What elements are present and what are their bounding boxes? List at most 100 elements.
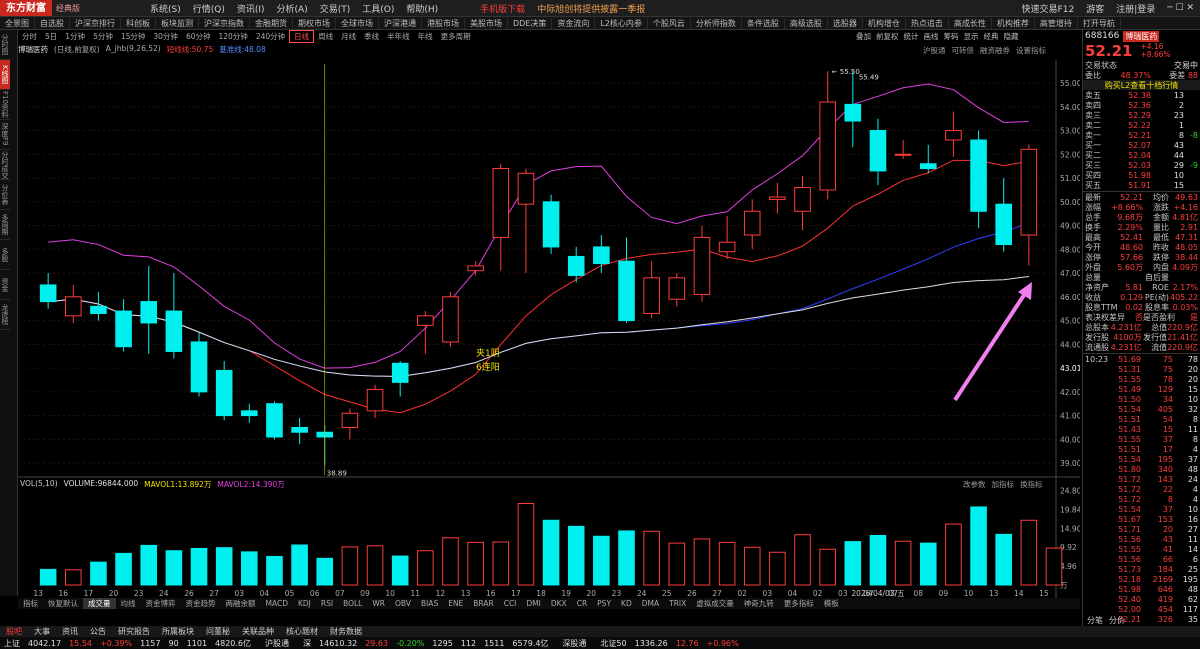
vol-tool[interactable]: 加指标 [992,479,1015,490]
book-row[interactable]: 买四 51.98 10 [1083,170,1200,180]
book-row[interactable]: 卖二 52.22 1 [1083,120,1200,130]
indicator-tab[interactable]: BOLL [338,599,367,608]
bottom-tab[interactable]: 问董秘 [200,626,236,637]
candle-body[interactable] [794,187,811,212]
nav-item[interactable]: 自选股 [35,17,70,29]
period-tab[interactable]: 15分钟 [117,31,150,42]
period-tab[interactable]: 季线 [360,31,383,42]
indicator-tab[interactable]: 两融余额 [221,598,261,609]
legend-indicator[interactable]: A_jhb(9,26,52) [106,44,161,54]
indicator-tab[interactable]: OBV [390,599,416,608]
candle-body[interactable] [467,265,484,272]
bottom-tab[interactable]: 资讯 [56,626,84,637]
candle-body[interactable] [417,315,434,326]
candle-body[interactable] [894,153,912,156]
left-tab[interactable]: K线图 [0,60,10,90]
right-tab[interactable]: 分笔 [1087,615,1103,626]
indicator-tab[interactable]: BRAR [468,599,498,608]
indicator-tab[interactable]: CR [572,599,592,608]
indicator-tab[interactable]: BIAS [416,599,443,608]
candle-body[interactable] [115,310,132,348]
candle-body[interactable] [39,284,57,303]
candle-body[interactable] [693,236,711,295]
candle-body[interactable] [391,362,409,383]
vol-tool[interactable]: 换指标 [1020,479,1043,490]
indicator-tab[interactable]: CCI [499,599,522,608]
candle-body[interactable] [442,296,459,343]
period-tab[interactable]: 1分钟 [61,31,89,42]
bottom-tab[interactable]: 关联品种 [236,626,280,637]
indicator-tab[interactable]: 神奇九转 [739,598,779,609]
nav-item[interactable]: 个股风云 [648,17,691,29]
bottom-tab[interactable]: 股吧 [0,626,28,637]
candle-body[interactable] [215,369,233,417]
nav-item[interactable]: 科创板 [121,17,156,29]
indicator-tab[interactable]: 虚拟成交量 [691,598,739,609]
promo-news[interactable]: 中际旭创将提供披露一季报 [531,2,651,15]
menu-item[interactable]: 帮助(H) [400,2,444,15]
period-tab[interactable]: 5分钟 [89,31,117,42]
bottom-tab[interactable]: 公告 [84,626,112,637]
indicator-tab[interactable]: 资金博弈 [141,598,181,609]
nav-item[interactable]: 条件选股 [742,17,785,29]
nav-item[interactable]: L2核心内参 [595,17,648,29]
left-tab[interactable]: 多股 [0,240,10,270]
indicator-tab[interactable]: 均线 [116,598,141,609]
left-tab[interactable]: 分时成交 [0,150,10,180]
nav-item[interactable]: 全景图 [0,17,35,29]
chart-tool[interactable]: 经典 [984,31,999,42]
book-row[interactable]: 卖五 52.38 13 [1083,90,1200,100]
period-tab[interactable]: 半年线 [383,31,414,42]
period-tab[interactable]: 周线 [314,31,337,42]
candle-body[interactable] [64,296,82,317]
candle-body[interactable] [769,196,786,200]
nav-item[interactable]: 打开导航 [1078,17,1121,29]
book-row[interactable]: 买五 51.91 15 [1083,180,1200,190]
chart-tool[interactable]: 筹码 [944,31,959,42]
candle-body[interactable] [844,103,862,122]
chart-tool[interactable]: 隐藏 [1004,31,1019,42]
period-tab[interactable]: 更多周期 [437,31,475,42]
candle-body[interactable] [593,246,610,265]
indicator-tab[interactable]: 指标 [18,598,43,609]
left-tab[interactable]: F10资料 [0,90,10,120]
candle-body[interactable] [668,277,686,300]
indicator-tab[interactable]: 资金趋势 [181,598,221,609]
candle-body[interactable] [190,341,208,393]
nav-item[interactable]: 选股器 [828,17,863,29]
menu-item[interactable]: 交易(T) [314,2,357,15]
chart-tool-2[interactable]: 融资融券 [980,45,1010,56]
period-tab[interactable]: 5日 [41,31,61,42]
book-row[interactable]: 卖三 52.29 23 [1083,110,1200,120]
indicator-tab[interactable]: KD [616,599,637,608]
candle-body[interactable] [995,203,1013,246]
menu-item[interactable]: 分析(A) [271,2,314,15]
indicator-tab[interactable]: 更多指标 [779,598,819,609]
chart-tool[interactable]: 叠加 [856,31,871,42]
vol-tool[interactable]: 改参数 [963,479,986,490]
nav-item[interactable]: 高管增持 [1035,17,1078,29]
book-row[interactable]: 买二 52.04 44 [1083,150,1200,160]
candle-body[interactable] [90,305,107,314]
login-link[interactable]: 注册|登录 [1110,2,1161,15]
period-tab[interactable]: 年线 [414,31,437,42]
nav-item[interactable]: 期权市场 [293,17,336,29]
left-tab[interactable]: 分价表 [0,180,10,210]
indicator-tab[interactable]: RSI [316,599,338,608]
nav-item[interactable]: 美股市场 [465,17,508,29]
period-tab[interactable]: 30分钟 [149,31,182,42]
candle-body[interactable] [1020,148,1038,236]
nav-item[interactable]: 港股市场 [422,17,465,29]
chart-tool-2[interactable]: 设置指标 [1016,45,1046,56]
indicator-tab[interactable]: 模板 [819,598,844,609]
candle-body[interactable] [869,130,887,172]
book-row[interactable]: 卖一 52.21 8 -8 [1083,130,1200,140]
chart-tool[interactable]: 显示 [964,31,979,42]
nav-item[interactable]: 沪深京排行 [70,17,121,29]
fast-trade-button[interactable]: 快速交易F12 [1016,2,1081,15]
indicator-tab[interactable]: 成交量 [83,598,116,609]
nav-item[interactable]: 高成长性 [949,17,992,29]
candle-body[interactable] [567,255,585,276]
candle-body[interactable] [140,301,158,324]
nav-item[interactable]: 全球市场 [336,17,379,29]
